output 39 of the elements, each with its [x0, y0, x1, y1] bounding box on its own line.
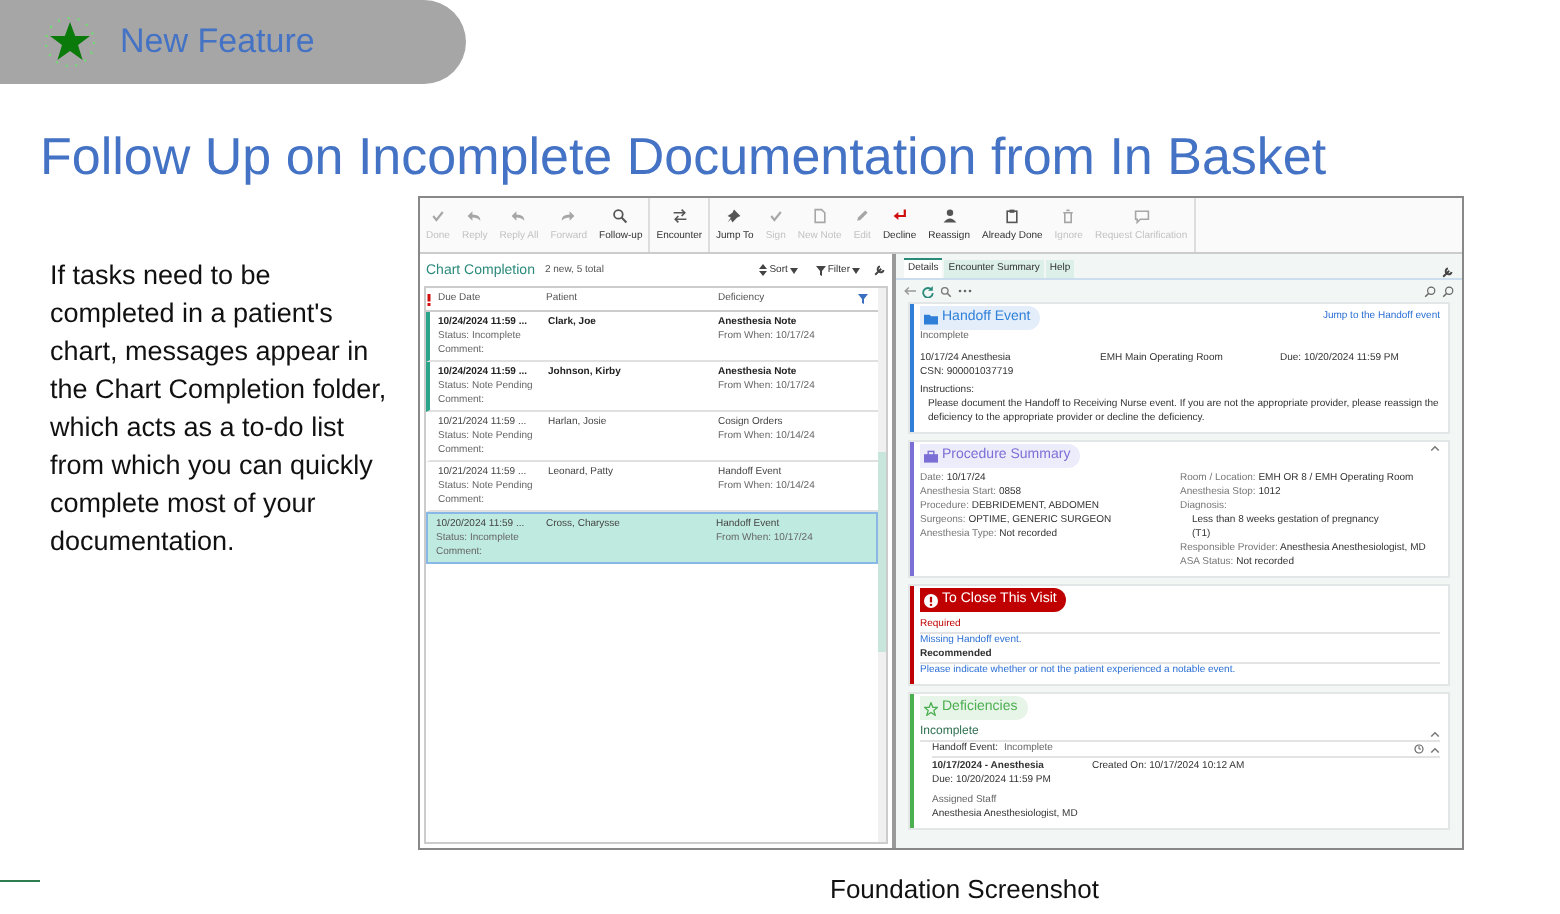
pin-icon [726, 207, 743, 223]
banner-label: New Feature [120, 22, 315, 62]
zoom-out-icon [1442, 285, 1454, 297]
priority-icon [426, 293, 432, 305]
alert-icon [924, 593, 938, 607]
check-icon [767, 207, 784, 223]
collapse-icon [1430, 444, 1440, 452]
back-arrow-icon [904, 286, 916, 296]
caret-icon [789, 267, 798, 273]
history-icon [1414, 744, 1424, 754]
person-icon [941, 207, 958, 223]
search-icon [612, 207, 629, 223]
reply-arrow-icon [510, 207, 527, 223]
refresh-icon [922, 285, 934, 297]
speech-bubble-icon [1133, 207, 1150, 223]
clipboard-icon [1004, 207, 1021, 223]
funnel-icon [815, 265, 826, 275]
wrench-icon [1442, 266, 1454, 278]
caret-icon [852, 267, 860, 273]
folder-icon [924, 311, 938, 325]
star-outline-icon [924, 701, 938, 715]
funnel-icon [858, 294, 868, 304]
description-text: If tasks need to be completed in a patient's chart, messages appear in the Chart Completion folder, which acts as a to-do list from which you can quickly complete most of your documentation. [50, 258, 389, 560]
kit-icon [924, 449, 938, 463]
sort-arrows-icon [757, 264, 768, 276]
caption: Foundation Screenshot [830, 874, 1101, 904]
arrows-icon [671, 207, 688, 223]
reply-arrow-icon [466, 207, 483, 223]
slide-title: Follow Up on Incomplete Documentation from In Basket [40, 124, 1329, 188]
zoom-in-icon [1424, 285, 1436, 297]
wrench-icon [874, 264, 886, 276]
search-icon [940, 285, 952, 297]
document-icon [811, 207, 828, 223]
forward-arrow-icon [560, 207, 577, 223]
more-icon [958, 288, 974, 294]
check-icon [429, 207, 446, 223]
return-arrow-icon [891, 207, 908, 223]
trash-icon [1060, 207, 1077, 223]
pencil-icon [854, 207, 871, 223]
